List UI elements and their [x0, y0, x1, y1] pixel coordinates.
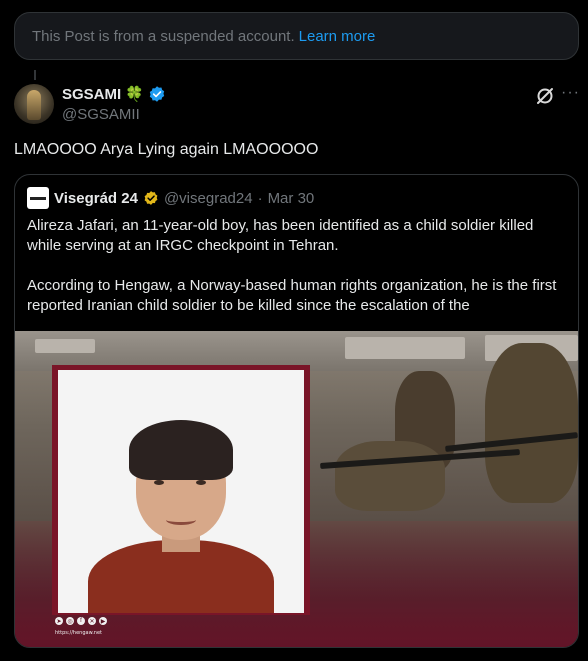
boy-mouth	[166, 515, 196, 525]
quoted-post-header: Visegrád 24 @visegrad24 · Mar 30	[27, 187, 314, 209]
image-building	[345, 337, 465, 359]
avatar-figure	[27, 90, 41, 120]
clover-emoji: 🍀	[125, 86, 144, 103]
quoted-post-text: Alireza Jafari, an 11-year-old boy, has …	[27, 216, 567, 316]
image-soldier	[485, 343, 578, 503]
author-name-row: SGSAMI 🍀	[62, 85, 166, 103]
author-name[interactable]: SGSAMI	[62, 86, 121, 103]
post-text: LMAOOOO Arya Lying again LMAOOOOO	[14, 141, 319, 158]
boy-hair	[129, 420, 233, 480]
quoted-post-image[interactable]: ➤ ◎ f ✕ ▶ https://hengaw.net	[15, 331, 578, 647]
boy-eye	[154, 480, 164, 485]
quoted-post[interactable]: Visegrád 24 @visegrad24 · Mar 30 Alireza…	[14, 174, 579, 648]
youtube-icon: ▶	[99, 617, 107, 625]
quoted-paragraph-1: Alireza Jafari, an 11-year-old boy, has …	[27, 217, 534, 254]
image-soldier	[335, 441, 445, 511]
x-icon: ✕	[88, 617, 96, 625]
watermark-url: https://hengaw.net	[55, 630, 102, 636]
quoted-author-handle: @visegrad24	[163, 189, 253, 207]
visegrad-logo-icon	[27, 187, 49, 209]
gold-verified-badge-icon	[144, 191, 158, 205]
suspended-text: This Post is from a suspended account.	[32, 27, 295, 45]
quoted-post-date: Mar 30	[267, 189, 315, 207]
grok-icon[interactable]	[535, 86, 555, 106]
quoted-paragraph-2: According to Hengaw, a Norway-based huma…	[27, 277, 557, 314]
verified-badge-icon[interactable]	[148, 85, 166, 103]
portrait-photo	[58, 370, 304, 613]
suspended-post-notice: This Post is from a suspended account. L…	[14, 12, 579, 60]
portrait-frame	[52, 365, 310, 615]
more-icon[interactable]: ···	[561, 84, 580, 102]
instagram-icon: ◎	[66, 617, 74, 625]
quoted-author-name: Visegrád 24	[54, 189, 138, 207]
image-building	[35, 339, 95, 353]
learn-more-link[interactable]: Learn more	[299, 28, 376, 45]
social-icons-watermark: ➤ ◎ f ✕ ▶	[55, 617, 107, 625]
date-separator: ·	[257, 189, 263, 207]
telegram-icon: ➤	[55, 617, 63, 625]
author-handle[interactable]: @SGSAMII	[62, 106, 140, 123]
boy-eye	[196, 480, 206, 485]
thread-connector-line	[34, 70, 36, 80]
avatar[interactable]	[14, 84, 54, 124]
facebook-icon: f	[77, 617, 85, 625]
